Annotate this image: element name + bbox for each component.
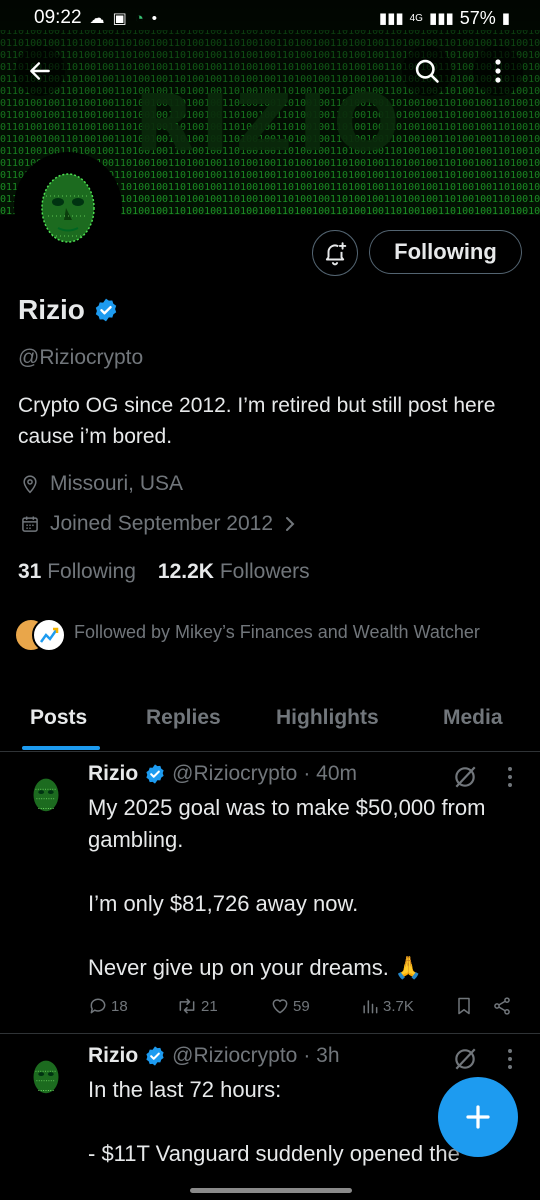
chevron-right-icon	[286, 517, 295, 531]
grok-icon[interactable]	[452, 1046, 478, 1072]
repost-count: 21	[201, 997, 218, 1015]
post-author-name[interactable]: Rizio	[88, 1044, 138, 1068]
tab-media[interactable]: Media	[443, 706, 503, 730]
post-header: Rizio @Riziocrypto · 40m	[88, 762, 357, 786]
views-chart-icon	[363, 1000, 378, 1014]
repost-button[interactable]: 21	[176, 996, 218, 1016]
profile-join-date[interactable]: Joined September 2012	[20, 512, 297, 536]
views-count: 3.7K	[383, 997, 414, 1015]
location-text: Missouri, USA	[50, 472, 184, 495]
profile-location: Missouri, USA	[20, 472, 183, 496]
following-count-link[interactable]: 31 Following	[18, 560, 136, 584]
followers-count: 12.2K	[157, 560, 214, 583]
compose-post-button[interactable]	[438, 1077, 518, 1157]
battery-icon: ▮	[501, 10, 510, 27]
profile-bio: Crypto OG since 2012. I’m retired but st…	[18, 394, 496, 448]
status-bar: 09:22 ☁ ▣ ◔ • ▮▮▮ 4G ▮▮▮ 57% ▮	[0, 0, 540, 36]
bell-plus-icon	[325, 242, 347, 266]
profile-handle: @Riziocrypto	[18, 346, 144, 369]
matrix-face-image	[22, 770, 70, 818]
like-count: 59	[293, 997, 310, 1015]
post-avatar[interactable]	[22, 770, 70, 818]
post-more-icon[interactable]	[506, 766, 514, 788]
location-pin-icon	[23, 475, 37, 494]
tab-highlights[interactable]: Highlights	[276, 706, 379, 730]
following-button[interactable]: Following	[369, 230, 522, 274]
chart-logo-icon	[39, 627, 59, 643]
matrix-face-image	[18, 156, 118, 256]
following-label: Following	[47, 560, 136, 583]
bookmark-button[interactable]	[454, 996, 474, 1016]
profile-tabs: Posts Replies Highlights Media	[0, 690, 540, 752]
battery-level: 57%	[459, 7, 496, 28]
more-options-button[interactable]	[473, 46, 523, 96]
search-icon	[415, 59, 439, 83]
dot-icon: •	[151, 9, 158, 27]
verified-badge-icon[interactable]	[93, 297, 119, 323]
joined-text: Joined September 2012	[50, 512, 273, 535]
notifications-bell-button[interactable]	[312, 230, 358, 276]
post-more-icon[interactable]	[506, 1048, 514, 1070]
more-vertical-icon	[495, 59, 501, 83]
post-text: My 2025 goal was to make $50,000 from ga…	[88, 792, 518, 984]
heart-icon	[272, 999, 288, 1014]
back-button[interactable]	[15, 46, 65, 96]
followed-by-row[interactable]: Followed by Mikey’s Finances and Wealth …	[14, 618, 494, 654]
grok-icon[interactable]	[452, 764, 478, 790]
followed-by-avatars	[14, 618, 66, 654]
post-text-line: Never give up on your dreams. 🙏	[88, 955, 423, 980]
search-button[interactable]	[402, 46, 452, 96]
post-time: · 40m	[303, 762, 358, 785]
followed-by-text: Followed by Mikey’s Finances and Wealth …	[74, 622, 480, 642]
follow-counts: 31 Following 12.2K Followers	[18, 560, 310, 584]
verified-badge-icon	[146, 764, 164, 784]
verified-badge-icon	[146, 1046, 164, 1066]
plus-icon	[466, 1105, 490, 1129]
tab-replies[interactable]: Replies	[146, 706, 221, 730]
gallery-icon: ▣	[112, 10, 127, 27]
share-icon	[494, 997, 510, 1015]
profile-avatar[interactable]	[14, 152, 122, 260]
banner-title: RIZIO	[135, 79, 406, 169]
post-author-handle: @Riziocrypto	[172, 1044, 298, 1067]
signal-icon-2: ▮▮▮	[428, 10, 454, 27]
home-indicator[interactable]	[190, 1188, 352, 1193]
post-text-line: My 2025 goal was to make $50,000 from ga…	[88, 795, 486, 852]
like-button[interactable]: 59	[270, 996, 310, 1016]
calendar-icon	[22, 516, 38, 532]
profile-name-row: Rizio	[18, 294, 119, 326]
profile-display-name: Rizio	[18, 294, 85, 325]
post-text-line: I’m only $81,726 away now.	[88, 891, 359, 916]
post-avatar[interactable]	[22, 1052, 70, 1100]
status-time: 09:22	[34, 7, 82, 28]
tab-posts[interactable]: Posts	[30, 706, 87, 730]
following-count: 31	[18, 560, 42, 583]
active-tab-indicator	[22, 746, 100, 750]
followers-label: Followers	[219, 560, 310, 583]
post-author-name[interactable]: Rizio	[88, 762, 138, 786]
views-button[interactable]: 3.7K	[360, 996, 414, 1016]
sync-icon: ◔	[134, 9, 144, 27]
reply-button[interactable]: 18	[88, 996, 128, 1016]
bookmark-icon	[458, 997, 470, 1015]
followers-count-link[interactable]: 12.2K Followers	[158, 560, 310, 584]
mutual-follower-avatar	[32, 618, 66, 652]
cloud-icon: ☁	[89, 10, 105, 27]
network-type: 4G	[409, 12, 423, 24]
reply-icon	[90, 998, 106, 1014]
post-time: · 3h	[303, 1044, 340, 1067]
repost-icon	[179, 998, 195, 1014]
post-author-handle: @Riziocrypto	[172, 762, 298, 785]
matrix-face-image	[22, 1052, 70, 1100]
post[interactable]: Rizio @Riziocrypto · 40m My 2025 goal wa…	[0, 752, 540, 1034]
share-button[interactable]	[492, 996, 512, 1016]
post-header: Rizio @Riziocrypto · 3h	[88, 1044, 340, 1068]
signal-icon: ▮▮▮	[378, 10, 404, 27]
arrow-left-icon	[30, 62, 50, 80]
post-actions: 18 21 59 3.7K	[88, 996, 518, 1022]
reply-count: 18	[111, 997, 128, 1015]
